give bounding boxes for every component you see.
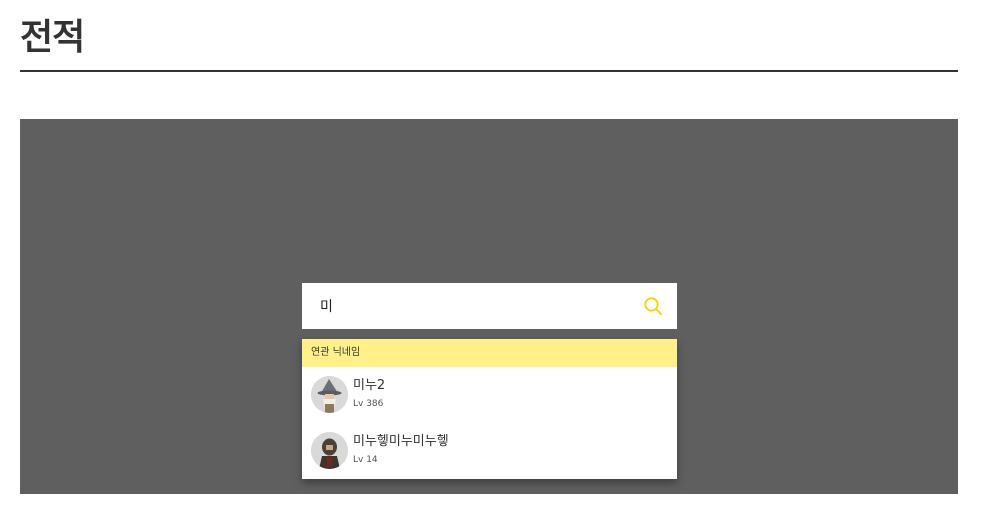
suggestion-level: Lv 386 bbox=[353, 399, 384, 409]
suggestion-item[interactable]: 미누헿미누미누헿 Lv 14 bbox=[302, 423, 677, 479]
suggestion-level: Lv 14 bbox=[353, 455, 378, 465]
suggestion-header: 연관 닉네임 bbox=[302, 339, 677, 367]
title-divider bbox=[20, 70, 958, 72]
hooded-character-avatar bbox=[311, 432, 348, 469]
page-title: 전적 bbox=[20, 17, 85, 58]
suggestion-item[interactable]: 미누2 Lv 386 bbox=[302, 367, 677, 423]
search-box[interactable] bbox=[302, 283, 677, 329]
search-input[interactable] bbox=[320, 283, 630, 329]
suggestion-name: 미누헿미누미누헿 bbox=[353, 434, 449, 449]
suggestion-dropdown: 연관 닉네임 미누2 Lv 386 미누헿미누미누헿 Lv 14 bbox=[302, 339, 677, 479]
suggestion-name: 미누2 bbox=[353, 378, 386, 393]
search-icon[interactable] bbox=[643, 296, 663, 316]
wizard-character-avatar bbox=[311, 376, 348, 413]
